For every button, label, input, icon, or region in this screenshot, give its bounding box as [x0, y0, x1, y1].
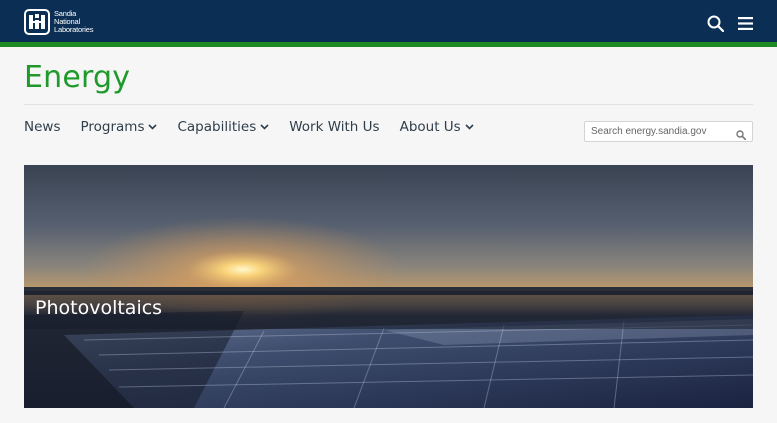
top-bar: Sandia National Laboratories	[0, 0, 777, 44]
hero-banner[interactable]: Photovoltaics	[24, 165, 753, 408]
search-input[interactable]	[591, 126, 731, 137]
nav-label: Capabilities	[177, 119, 257, 135]
hero-caption-text: Photovoltaics	[35, 297, 163, 319]
nav-item-capabilities[interactable]: Capabilities	[177, 119, 269, 135]
logo-line: Laboratories	[54, 25, 94, 34]
nav-item-news[interactable]: News	[24, 119, 60, 135]
hamburger-menu-icon[interactable]	[738, 17, 753, 30]
site-title[interactable]: Energy	[24, 60, 130, 95]
nav-label: Programs	[80, 119, 145, 135]
search-icon[interactable]	[707, 15, 724, 32]
search-icon[interactable]	[736, 127, 747, 145]
nav-item-work-with-us[interactable]: Work With Us	[289, 119, 379, 135]
chevron-down-icon	[148, 124, 158, 130]
nav-label: About Us	[399, 119, 461, 135]
nav-item-about-us[interactable]: About Us	[400, 119, 474, 135]
hero-image-solar-panels-sunset	[24, 165, 753, 408]
sandia-logo[interactable]: Sandia National Laboratories	[24, 9, 93, 35]
sandia-thunderbird-icon	[24, 9, 50, 35]
nav-label: Work With Us	[289, 119, 380, 135]
nav-label: News	[24, 119, 61, 135]
divider	[24, 104, 753, 105]
chevron-down-icon	[260, 124, 269, 130]
hero-caption: Photovoltaics	[24, 291, 753, 329]
logo-text: Sandia National Laboratories	[54, 10, 93, 34]
green-stripe	[0, 42, 777, 47]
search-box	[584, 121, 753, 142]
main-nav: News Programs Capabilities Work With Us …	[24, 119, 494, 135]
chevron-down-icon	[465, 124, 474, 130]
nav-item-programs[interactable]: Programs	[80, 119, 158, 135]
